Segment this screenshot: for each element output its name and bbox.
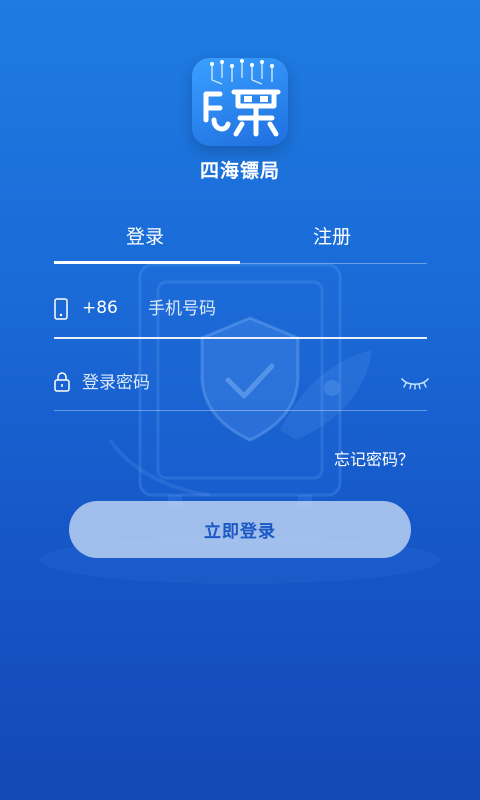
login-button[interactable]: 立即登录 xyxy=(69,501,411,558)
phone-field-row: +86 xyxy=(54,290,427,330)
phone-field-underline xyxy=(54,337,427,339)
eye-closed-icon[interactable] xyxy=(400,376,430,390)
lock-icon xyxy=(54,372,70,392)
tab-register[interactable]: 注册 xyxy=(313,222,351,249)
tab-login[interactable]: 登录 xyxy=(126,222,164,249)
password-input[interactable] xyxy=(82,370,382,396)
phone-input[interactable] xyxy=(148,296,418,322)
tab-active-indicator xyxy=(54,261,240,264)
forgot-password-link[interactable]: 忘记密码？ xyxy=(334,446,414,470)
password-field-row xyxy=(54,364,430,404)
phone-icon xyxy=(54,298,68,320)
country-code[interactable]: +86 xyxy=(82,298,118,318)
password-field-underline xyxy=(54,410,427,411)
app-name: 四海镖局 xyxy=(199,160,280,182)
app-logo-icon xyxy=(192,58,288,146)
